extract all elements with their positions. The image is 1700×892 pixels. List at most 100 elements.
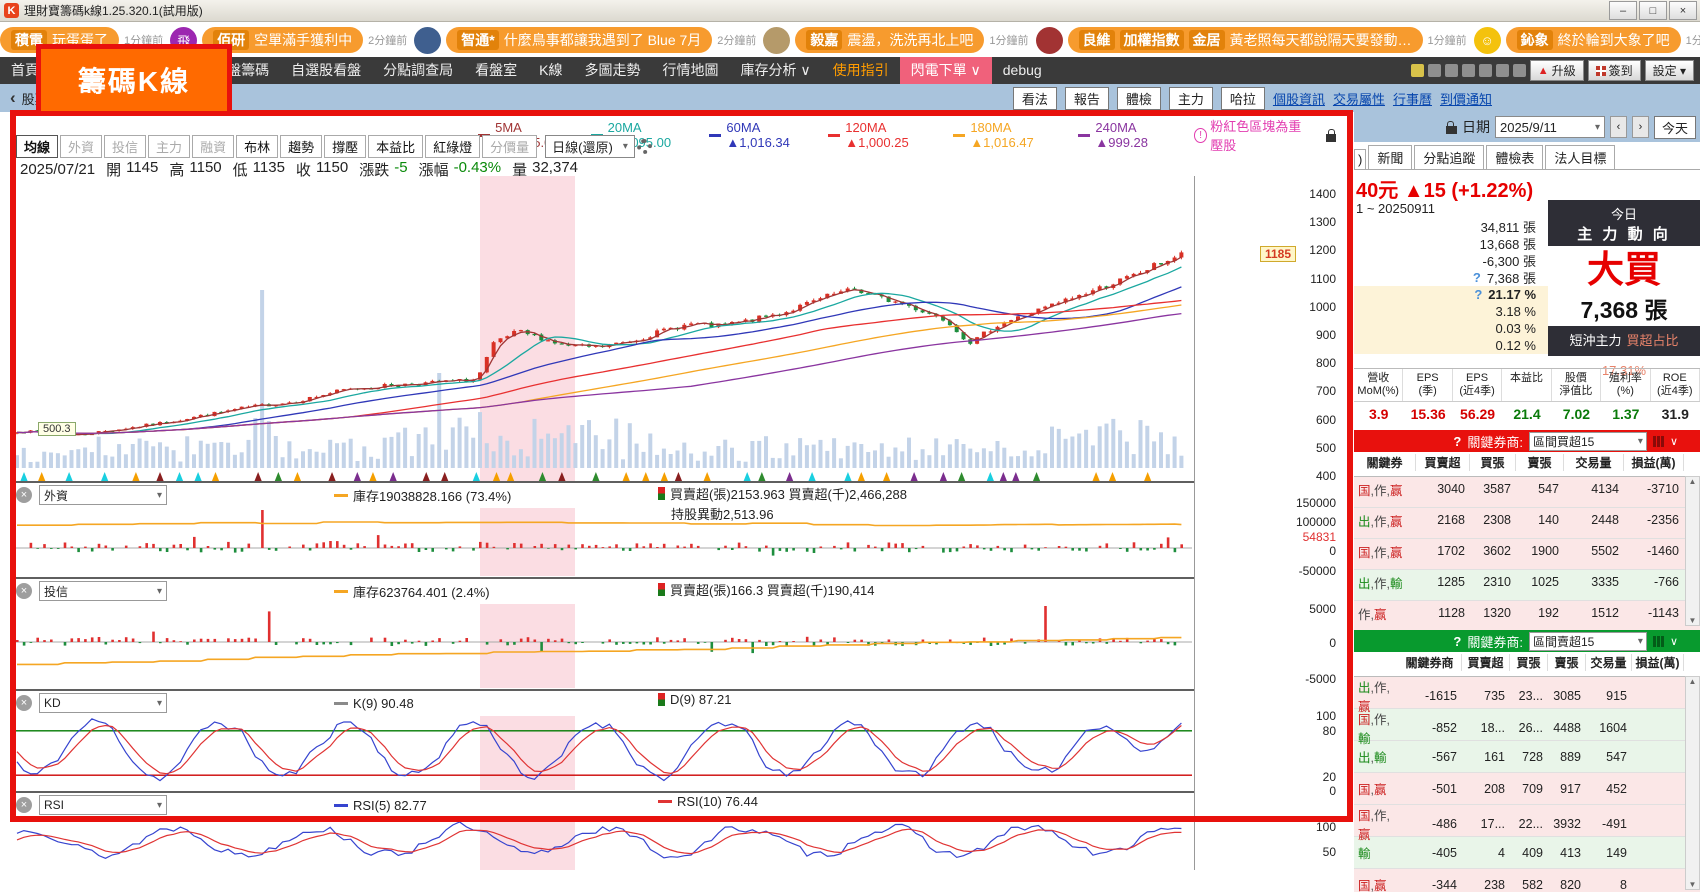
broker-row[interactable]: 国,作,赢1702360219005502-1460 <box>1354 539 1700 570</box>
button-checkin[interactable]: 簽到 <box>1588 60 1641 81</box>
tray-icon-mic[interactable] <box>1462 64 1475 77</box>
tab-投信[interactable]: 投信 <box>104 135 146 158</box>
panel-chart-kd[interactable] <box>14 716 1192 790</box>
menu-item-watchlist-board[interactable]: 自選股看盤 <box>280 57 372 84</box>
tab-布林[interactable]: 布林 <box>236 135 278 158</box>
restore-button[interactable]: □ <box>1639 1 1667 20</box>
chat-bubble[interactable]: 良維加權指數金居黃老照每天都說隔天要發動… <box>1068 27 1423 53</box>
lock-icon[interactable] <box>1446 126 1457 134</box>
menu-item-branch-bureau[interactable]: 分點調查局 <box>372 57 464 84</box>
column-header: 關鍵券 <box>1354 454 1416 471</box>
question-icon[interactable]: ? <box>1473 270 1481 285</box>
broker-row[interactable]: 出,作,赢216823081402448-2356 <box>1354 508 1700 539</box>
broker-row[interactable]: 輸-4054409413149 <box>1354 837 1700 869</box>
broker-row[interactable]: 作,赢112813201921512-1143 <box>1354 601 1700 632</box>
tab-均線[interactable]: 均線 <box>16 135 58 158</box>
panel-chart-trust[interactable] <box>14 604 1192 688</box>
back-arrow-icon[interactable]: ‹ <box>10 88 16 108</box>
chat-ticker-bar: 積電玩蛋蛋了1分鐘前飛佰研空單滿手獲利中2分鐘前智通*什麼鳥事都讓我遇到了 Bl… <box>0 23 1700 57</box>
menu-item-user-guide[interactable]: 使用指引 <box>822 57 900 84</box>
broker-row[interactable]: 出,輸-567161728889547 <box>1354 741 1700 773</box>
sell-filter-select[interactable]: 區間賣超15▾ <box>1529 632 1647 651</box>
tray-icon-stats[interactable] <box>1479 64 1492 77</box>
panel-indicator-select[interactable]: 外資▾ <box>39 485 167 505</box>
tab-撐壓[interactable]: 撐壓 <box>324 135 366 158</box>
menu-item-inventory-analysis[interactable]: 庫存分析 ∨ <box>729 57 821 84</box>
menu-item-multi-chart[interactable]: 多圖走勢 <box>573 57 651 84</box>
menu-item-viewing-room[interactable]: 看盤室 <box>464 57 528 84</box>
stock-action-哈拉[interactable]: 哈拉 <box>1221 87 1265 110</box>
panel-chart-rsi[interactable] <box>14 818 1192 870</box>
date-prev-button[interactable]: ‹ <box>1610 116 1627 138</box>
panel-indicator-select[interactable]: 投信▾ <box>39 581 167 601</box>
stock-link-交易屬性[interactable]: 交易屬性 <box>1333 89 1385 108</box>
tab-外資[interactable]: 外資 <box>60 135 102 158</box>
tab-本益比[interactable]: 本益比 <box>368 135 423 158</box>
stock-link-個股資訊[interactable]: 個股資訊 <box>1273 89 1325 108</box>
broker-row[interactable]: 国,作,輸-85218...26...44881604 <box>1354 709 1700 741</box>
broker-row[interactable]: 出,作,赢-161573523...3085915 <box>1354 677 1700 709</box>
tab-主力[interactable]: 主力 <box>148 135 190 158</box>
broker-row[interactable]: 国,作,赢-48617...22...3932-491 <box>1354 805 1700 837</box>
tab-趨勢[interactable]: 趨勢 <box>280 135 322 158</box>
panel-chart-foreign[interactable] <box>14 508 1192 576</box>
stock-action-體檢[interactable]: 體檢 <box>1117 87 1161 110</box>
menu-item-debug[interactable]: debug <box>992 57 1053 84</box>
sidebar-tab-法人目標[interactable]: 法人目標 <box>1545 145 1615 169</box>
grid-view-icon[interactable] <box>1653 636 1664 647</box>
menu-item-kline[interactable]: K線 <box>528 57 573 84</box>
broker-row[interactable]: 国,赢-3442385828208 <box>1354 869 1700 892</box>
tray-icon-sound[interactable] <box>1428 64 1441 77</box>
chat-bubble[interactable]: 毅嘉震盪，洗洗再北上吧 <box>795 27 984 53</box>
today-button[interactable]: 今天 <box>1654 116 1696 139</box>
stock-link-到價通知[interactable]: 到價通知 <box>1440 89 1492 108</box>
broker-row[interactable]: 国,作,赢304035875474134-3710 <box>1354 477 1700 508</box>
collapse-icon[interactable]: ∨ <box>1670 435 1678 448</box>
tab-分價量[interactable]: 分價量 <box>482 135 537 158</box>
tray-icon-notify[interactable] <box>1411 64 1424 77</box>
ma-line-swatch <box>709 134 721 137</box>
close-button[interactable]: × <box>1669 1 1697 20</box>
tray-icon-window[interactable] <box>1496 64 1509 77</box>
menu-item-flash-order[interactable]: 閃電下單 ∨ <box>900 57 992 84</box>
buy-filter-select[interactable]: 區間買超15▾ <box>1529 432 1647 451</box>
grid-view-icon[interactable] <box>1653 436 1664 447</box>
tray-icon-notes[interactable] <box>1513 64 1526 77</box>
sidebar-tab-分點追蹤[interactable]: 分點追蹤 <box>1414 145 1484 169</box>
panel-indicator-select[interactable]: KD▾ <box>39 693 167 713</box>
panel-axis-tick: 100 <box>1256 709 1346 723</box>
question-icon[interactable]: ? <box>1474 287 1482 302</box>
gear-icon[interactable] <box>637 139 652 154</box>
collapse-icon[interactable]: ∨ <box>1670 635 1678 648</box>
scrollbar[interactable]: ▲▼ <box>1685 676 1700 890</box>
menu-item-market-map[interactable]: 行情地圖 <box>651 57 729 84</box>
tray-icon-headset[interactable] <box>1445 64 1458 77</box>
close-icon[interactable]: × <box>16 583 32 599</box>
button-settings[interactable]: 設定 ▾ <box>1645 60 1694 81</box>
date-input[interactable]: 2025/9/11 ▾ <box>1495 116 1605 138</box>
close-icon[interactable]: × <box>16 797 32 813</box>
chat-bubble[interactable]: 智通*什麼鳥事都讓我遇到了 Blue 7月 <box>446 27 712 53</box>
period-select[interactable]: 日線(還原)▾ <box>545 135 635 158</box>
line-swatch <box>334 494 348 497</box>
close-icon[interactable]: × <box>16 695 32 711</box>
stock-action-主力[interactable]: 主力 <box>1169 87 1213 110</box>
date-next-button[interactable]: › <box>1632 116 1649 138</box>
candlestick-chart[interactable] <box>14 176 1192 482</box>
broker-row[interactable]: 出,作,輸1285231010253335-766 <box>1354 570 1700 601</box>
minimize-button[interactable]: – <box>1609 1 1637 20</box>
close-icon[interactable]: × <box>16 487 32 503</box>
tab-融資[interactable]: 融資 <box>192 135 234 158</box>
chat-bubble[interactable]: 鈊象終於輪到大象了吧 <box>1506 27 1681 53</box>
sidebar-tab-體檢表[interactable]: 體檢表 <box>1486 145 1543 169</box>
stock-action-看法[interactable]: 看法 <box>1013 87 1057 110</box>
tab-紅綠燈[interactable]: 紅綠燈 <box>425 135 480 158</box>
button-upgrade[interactable]: ▲升級 <box>1530 60 1584 81</box>
broker-row[interactable]: 国,赢-501208709917452 <box>1354 773 1700 805</box>
panel-indicator-select[interactable]: RSI▾ <box>39 795 167 815</box>
sidebar-tab-)[interactable]: ) <box>1354 149 1366 169</box>
stock-action-報告[interactable]: 報告 <box>1065 87 1109 110</box>
sidebar-tab-新聞[interactable]: 新聞 <box>1368 145 1412 169</box>
scrollbar[interactable]: ▲▼ <box>1685 476 1700 626</box>
stock-link-行事曆[interactable]: 行事曆 <box>1393 89 1432 108</box>
